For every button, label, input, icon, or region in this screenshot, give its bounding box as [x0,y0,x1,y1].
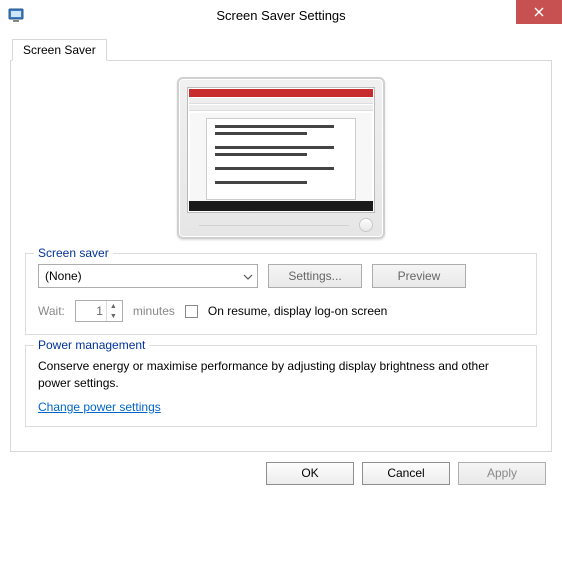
group-legend-power: Power management [34,338,149,352]
spinner-down-icon[interactable]: ▼ [107,311,120,321]
group-legend-screensaver: Screen saver [34,246,113,260]
tab-screen-saver[interactable]: Screen Saver [12,39,107,61]
dialog-footer: OK Cancel Apply [0,452,562,495]
preview-button[interactable]: Preview [372,264,466,288]
chevron-down-icon [243,269,253,283]
tab-panel: Screen saver (None) Settings... Preview … [10,60,552,452]
minutes-label: minutes [133,304,175,318]
power-description: Conserve energy or maximise performance … [38,358,524,392]
wait-spinner[interactable]: ▲ ▼ [75,300,123,322]
apply-button[interactable]: Apply [458,462,546,485]
close-icon [534,7,544,17]
group-screen-saver: Screen saver (None) Settings... Preview … [25,253,537,335]
window-title: Screen Saver Settings [216,8,345,23]
settings-button[interactable]: Settings... [268,264,362,288]
spinner-up-icon[interactable]: ▲ [107,301,120,311]
close-button[interactable] [516,0,562,24]
monitor-power-icon [359,218,373,232]
resume-label: On resume, display log-on screen [208,304,387,318]
wait-label: Wait: [38,304,65,318]
app-icon [8,6,26,24]
monitor-icon [177,77,385,239]
screensaver-dropdown[interactable]: (None) [38,264,258,288]
cancel-button[interactable]: Cancel [362,462,450,485]
wait-value-input[interactable] [76,303,106,319]
resume-checkbox[interactable] [185,305,198,318]
ok-button[interactable]: OK [266,462,354,485]
tab-strip: Screen Saver [10,36,552,60]
title-bar: Screen Saver Settings [0,0,562,30]
change-power-settings-link[interactable]: Change power settings [38,400,161,414]
monitor-preview [25,77,537,239]
group-power-management: Power management Conserve energy or maxi… [25,345,537,427]
screensaver-selected: (None) [45,269,82,283]
